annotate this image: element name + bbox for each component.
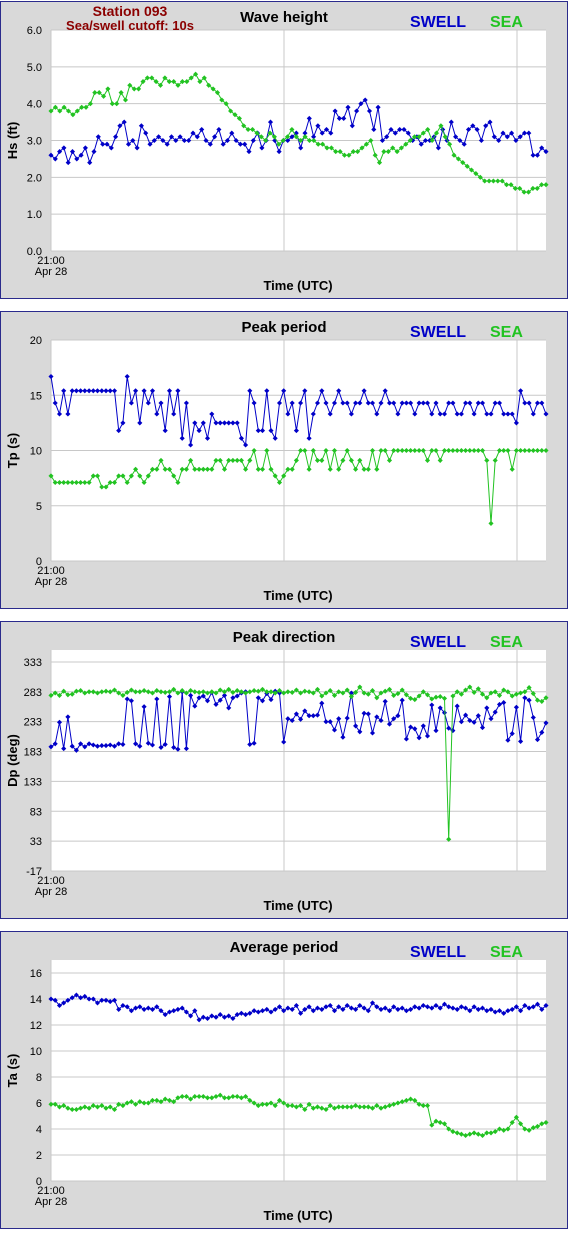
y-tick-label: 3.0 xyxy=(27,136,42,148)
plot-area xyxy=(51,960,546,1181)
peak-period-panel: 0 5 10 15 20 Peak period SWELL SEA Tp (s) 21:00 Ap… xyxy=(0,311,568,609)
y-tick-label: 6.0 xyxy=(27,25,42,37)
wave-height-chart: 0.01.02.03.04.05.06.0Wave height SWELL SEA… xyxy=(5,3,549,293)
y-tick-label: 1.0 xyxy=(27,209,42,221)
y-tick-label: 4.0 xyxy=(27,99,42,111)
peak-direction-chart: -173383133183233283333Peak direction SWEL… xyxy=(5,629,549,913)
x-tick-date: Apr 28 xyxy=(35,1196,67,1208)
y-tick-label: 5.0 xyxy=(27,62,42,74)
y-tick-label: 4 xyxy=(36,1124,42,1136)
x-axis-label: Time (UTC) xyxy=(263,898,332,913)
y-axis-label: Tp (s) xyxy=(5,433,20,468)
y-tick-label: 20 xyxy=(30,335,42,347)
y-tick-label: 6 xyxy=(36,1098,42,1110)
chart-title: Peak period xyxy=(241,319,326,336)
y-tick-label: 2.0 xyxy=(27,172,42,184)
y-tick-label: 33 xyxy=(30,836,42,848)
legend-sea: SEA xyxy=(490,634,523,651)
legend-sea: SEA xyxy=(490,14,523,31)
y-tick-label: 2 xyxy=(36,1150,42,1162)
peak-direction-panel: -17 33 83 133 183 233 283 333 Peak direction SWEL… xyxy=(0,621,568,919)
station-title: Station 093 xyxy=(93,3,168,19)
y-tick-label: 10 xyxy=(30,1046,42,1058)
y-tick-label: 83 xyxy=(30,806,42,818)
legend-sea: SEA xyxy=(490,324,523,341)
y-axis-label: Dp (deg) xyxy=(5,734,20,787)
chart-title: Peak direction xyxy=(233,629,336,646)
x-axis-label: Time (UTC) xyxy=(263,278,332,293)
average-period-panel: 0 2 4 6 8 10 12 14 16 Average period SWELL SEA Ta (s… xyxy=(0,931,568,1229)
legend-sea: SEA xyxy=(490,944,523,961)
peak-period-chart: 05101520Peak period SWELL SEATp (s)21:00Ap… xyxy=(5,319,549,603)
legend-swell: SWELL xyxy=(410,634,466,651)
y-tick-label: 10 xyxy=(30,446,42,458)
y-tick-label: 133 xyxy=(24,776,42,788)
x-axis-label: Time (UTC) xyxy=(263,1208,332,1223)
y-tick-label: 333 xyxy=(24,657,42,669)
y-tick-label: 16 xyxy=(30,968,42,980)
x-tick-date: Apr 28 xyxy=(35,886,67,898)
x-tick-date: Apr 28 xyxy=(35,576,67,588)
plot-area xyxy=(51,650,546,871)
chart-title: Average period xyxy=(230,939,339,956)
x-axis-label: Time (UTC) xyxy=(263,588,332,603)
y-tick-label: 283 xyxy=(24,687,42,699)
cutoff-label: Sea/swell cutoff: 10s xyxy=(66,18,194,33)
y-tick-label: 5 xyxy=(36,501,42,513)
y-tick-label: 14 xyxy=(30,994,42,1006)
legend-swell: SWELL xyxy=(410,944,466,961)
average-period-chart: 0246810121416Average period SWELL SEATa (s… xyxy=(5,939,549,1223)
legend-swell: SWELL xyxy=(410,324,466,341)
y-tick-label: 8 xyxy=(36,1072,42,1084)
y-tick-label: 183 xyxy=(24,747,42,759)
y-tick-label: 15 xyxy=(30,390,42,402)
y-tick-label: 12 xyxy=(30,1020,42,1032)
legend-swell: SWELL xyxy=(410,14,466,31)
y-axis-label: Ta (s) xyxy=(5,1054,20,1088)
chart-title: Wave height xyxy=(240,9,328,26)
x-tick-date: Apr 28 xyxy=(35,266,67,278)
wave-height-panel: 0.0 1.0 2.0 3.0 4.0 5.0 6.0 Wave height SWELL SEA… xyxy=(0,1,568,299)
y-tick-label: 233 xyxy=(24,717,42,729)
y-axis-label: Hs (ft) xyxy=(5,122,20,160)
